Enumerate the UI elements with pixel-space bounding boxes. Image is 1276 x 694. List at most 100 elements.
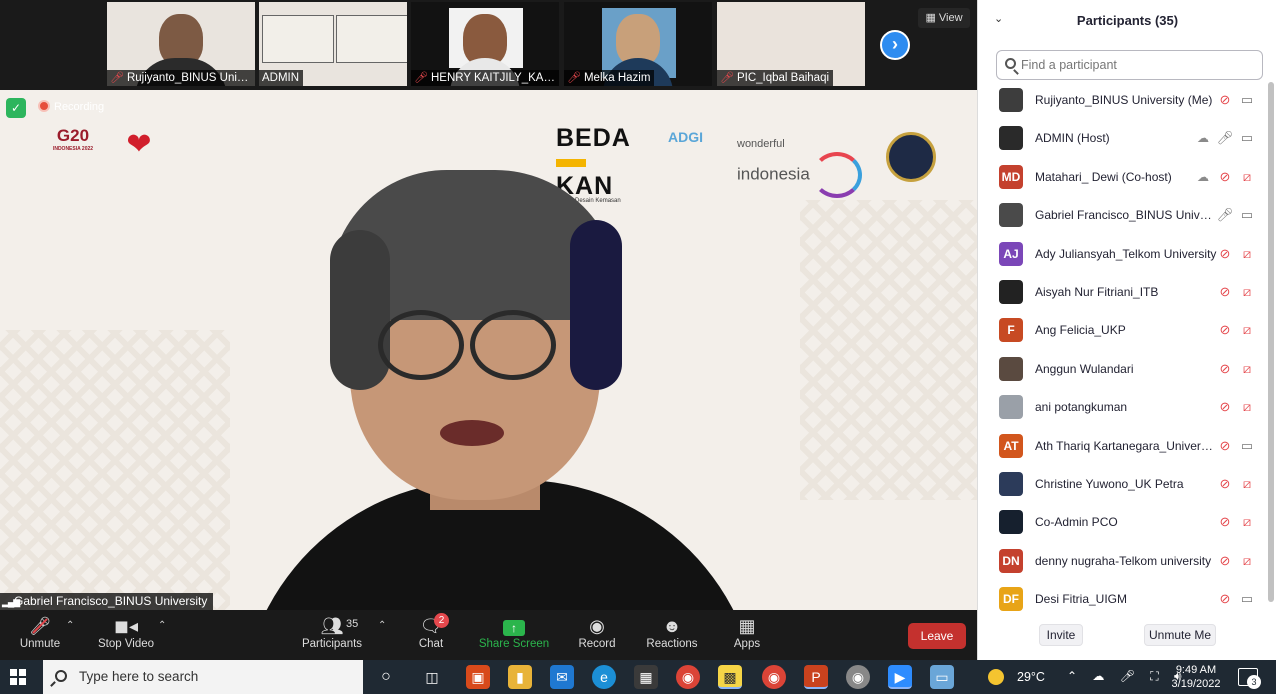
participant-name: Rujiyanto_BINUS University (Me)	[1035, 93, 1213, 107]
task-view-icon[interactable]: ◫	[420, 665, 444, 689]
thumbnail-name: 🎤︎ HENRY KAITJILY_KADI...	[411, 70, 559, 86]
app-icon[interactable]: ▭	[930, 665, 954, 689]
powerpoint-icon[interactable]: P	[804, 665, 828, 689]
next-page-button[interactable]: ›	[880, 30, 910, 60]
participant-name: Aisyah Nur Fitriani_ITB	[1035, 285, 1159, 299]
participant-row[interactable]: DN denny nugraha-Telkom university ⊘ ⧄	[978, 543, 1268, 581]
participant-row[interactable]: ADMIN (Host) ☁ 🎤︎ ▭	[978, 120, 1268, 158]
participant-name: ani potangkuman	[1035, 400, 1128, 415]
participant-row[interactable]: DF Desi Fitria_UIGM ⊘ ▭	[978, 581, 1268, 618]
mic-off-icon: 🎤︎	[110, 72, 124, 84]
chrome-icon[interactable]: ◉	[676, 665, 700, 689]
share-screen-icon: ↑	[478, 614, 550, 638]
record-button[interactable]: ◉ Record	[577, 614, 617, 658]
unmute-me-button[interactable]: Unmute Me	[1144, 624, 1216, 646]
leave-button[interactable]: Leave	[908, 623, 966, 649]
thumbnail-video[interactable]: ADMIN	[259, 2, 407, 86]
g20-logo: G20 INDONESIA 2022	[52, 126, 94, 152]
mic-off-icon: 🎤︎	[720, 72, 734, 84]
thumbnail-video[interactable]: 🎤︎ HENRY KAITJILY_KADI...	[411, 2, 559, 86]
mail-icon[interactable]: ✉	[550, 665, 574, 689]
heart-logo: ❤	[113, 130, 165, 160]
participant-row[interactable]: Rujiyanto_BINUS University (Me) ⊘ ▭	[978, 82, 1268, 120]
app-icon[interactable]: ◉	[846, 665, 870, 689]
participants-options-caret-icon[interactable]: ⌃	[378, 620, 386, 631]
speaker-figure	[230, 170, 770, 610]
stop-video-button[interactable]: ◼◂ Stop Video	[94, 614, 158, 658]
participant-row[interactable]: AJ Ady Juliansyah_Telkom University ⊘ ⧄	[978, 236, 1268, 274]
participant-row[interactable]: Gabriel Francisco_BINUS University 🎤︎ ▭	[978, 197, 1268, 235]
thumbnail-name: 🎤︎ PIC_Iqbal Baihaqi	[717, 70, 834, 86]
avatar	[999, 203, 1023, 228]
microphone-off-icon: ⊘	[1219, 437, 1231, 453]
heart-icon: ❤	[126, 128, 152, 161]
weather-sun-icon[interactable]	[988, 669, 1004, 685]
mic-off-icon: 🎤︎	[567, 72, 581, 84]
participant-name: ADMIN (Host)	[1035, 131, 1110, 146]
avatar	[999, 395, 1023, 420]
reactions-button[interactable]: ☻ Reactions	[646, 614, 698, 658]
participant-row[interactable]: AT Ath Thariq Kartanegara_University ⊘ ▭	[978, 428, 1268, 466]
microphone-icon: 🎤︎	[1216, 130, 1234, 146]
speaker-mouth	[440, 420, 504, 446]
ministry-seal-logo	[886, 132, 936, 182]
zoom-icon[interactable]: ▶	[888, 665, 912, 689]
microphone-off-icon: 🎤︎	[14, 614, 66, 638]
temperature[interactable]: 29°C	[1017, 670, 1045, 684]
logo-bar	[556, 159, 586, 168]
participant-row[interactable]: ani potangkuman ⊘ ⧄	[978, 389, 1268, 427]
view-button[interactable]: ▦ View	[918, 8, 970, 28]
apps-button[interactable]: ▦ Apps	[730, 614, 764, 658]
adgi-logo: ADGI	[668, 129, 703, 145]
thumbnail-video[interactable]: 🎤︎ Melka Hazim	[564, 2, 712, 86]
taskbar-clock[interactable]: 9:49 AM 3/19/2022	[1168, 663, 1224, 691]
participant-name: Matahari_ Dewi (Co-host)	[1035, 169, 1172, 184]
edge-icon[interactable]: e	[592, 665, 616, 689]
participant-row[interactable]: Christine Yuwono_UK Petra ⊘ ⧄	[978, 466, 1268, 504]
unmute-button[interactable]: 🎤︎ Unmute	[14, 614, 66, 658]
video-camera-off-icon: ⧄	[1242, 284, 1252, 299]
video-camera-off-icon: ⧄	[1242, 476, 1252, 491]
video-camera-icon: ▭	[1240, 130, 1254, 146]
apps-icon: ▦	[738, 616, 756, 636]
store-icon[interactable]: ▦	[634, 665, 658, 689]
main-speaker-name-label: ▂▄▆Gabriel Francisco_BINUS University	[0, 593, 214, 610]
video-camera-off-icon: ⧄	[1242, 514, 1252, 530]
cortana-icon[interactable]: ○	[374, 665, 398, 689]
share-screen-button[interactable]: ↑ Share Screen	[478, 614, 550, 658]
participant-row[interactable]: Co-Admin PCO ⊘ ⧄	[978, 504, 1268, 542]
participant-search-input[interactable]: Find a participant	[996, 50, 1263, 80]
video-options-caret-icon[interactable]: ⌃	[158, 620, 166, 631]
zoom-window: 🎤︎ Rujiyanto_BINUS Univ... ADMIN 🎤︎ HENRY …	[0, 0, 1276, 694]
panel-header: ⌄ Participants (35)	[978, 0, 1276, 40]
search-icon	[55, 670, 67, 682]
participant-name: Ady Juliansyah_Telkom University	[1035, 246, 1217, 261]
swirl-icon	[811, 152, 862, 198]
microphone-off-icon: ⊘	[1219, 360, 1231, 376]
taskbar-search-input[interactable]: Type here to search	[43, 660, 363, 694]
sticky-notes-icon[interactable]: ▩	[718, 665, 742, 689]
chrome-profile-icon[interactable]: ◉	[762, 665, 786, 689]
thumbnail-name: 🎤︎ Melka Hazim	[564, 70, 655, 86]
thumbnail-video[interactable]: 🎤︎ Rujiyanto_BINUS Univ...	[107, 2, 255, 86]
audio-options-caret-icon[interactable]: ⌃	[66, 620, 74, 631]
glasses-lens	[470, 310, 556, 380]
participant-row[interactable]: MD Matahari_ Dewi (Co-host) ☁ ⊘ ⧄	[978, 159, 1268, 197]
windows-start-icon[interactable]	[10, 669, 26, 685]
participant-row[interactable]: Anggun Wulandari ⊘ ⧄	[978, 351, 1268, 389]
shield-icon[interactable]: ✓	[6, 98, 26, 118]
file-explorer-icon[interactable]: ▮	[508, 665, 532, 689]
participants-count: 35	[346, 618, 359, 630]
invite-button[interactable]: Invite	[1039, 624, 1083, 646]
cloud-recording-icon: ☁	[1197, 131, 1209, 146]
microphone-off-icon: ⊘	[1219, 399, 1231, 415]
search-icon	[1005, 58, 1016, 69]
microphone-off-icon: ⊘	[1219, 245, 1231, 261]
participant-row[interactable]: Aisyah Nur Fitriani_ITB ⊘ ⧄	[978, 274, 1268, 312]
main-speaker-video[interactable]: ✓ Recording G20 INDONESIA 2022 ❤ BEDA KAN…	[0, 90, 977, 610]
scrollbar[interactable]	[1268, 82, 1274, 602]
office-icon[interactable]: ▣	[466, 665, 490, 689]
participant-row[interactable]: F Ang Felicia_UKP ⊘ ⧄	[978, 312, 1268, 350]
avatar	[999, 472, 1023, 496]
thumbnail-video[interactable]: 🎤︎ PIC_Iqbal Baihaqi	[717, 2, 865, 86]
